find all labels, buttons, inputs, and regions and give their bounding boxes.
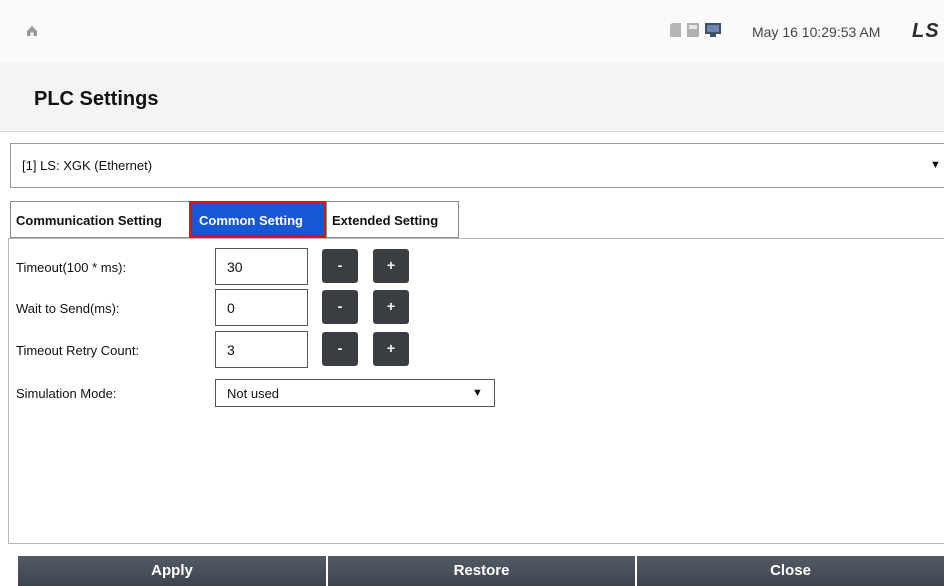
retry-count-decrement-button[interactable]: - [322,332,358,366]
status-bar: May 16 10:29:53 AM LS [0,0,944,62]
simulation-mode-value: Not used [227,386,280,401]
title-bar: PLC Settings [0,62,944,132]
retry-count-input[interactable]: 3 [215,331,308,368]
restore-button[interactable]: Restore [328,556,637,586]
timeout-decrement-button[interactable]: - [322,249,358,283]
status-icons [670,23,721,42]
action-bar: Apply Restore Close [18,556,944,586]
wait-to-send-decrement-button[interactable]: - [322,290,358,324]
tab-common-setting[interactable]: Common Setting [189,201,327,238]
dropdown-arrow-icon: ▼ [930,159,941,171]
settings-tabs: Communication Setting Common Setting Ext… [10,201,459,239]
dropdown-arrow-icon: ▼ [472,387,483,399]
simulation-mode-label: Simulation Mode: [16,386,117,401]
wait-to-send-increment-button[interactable]: + [373,290,409,324]
timeout-increment-button[interactable]: + [373,249,409,283]
timeout-label: Timeout(100 * ms): [16,260,127,275]
plc-device-select[interactable]: [1] LS: XGK (Ethernet) ▼ [10,143,944,188]
tab-extended-setting[interactable]: Extended Setting [326,201,459,238]
simulation-mode-select[interactable]: Not used ▼ [215,379,495,407]
sd-card-icon [670,23,681,42]
plc-device-value: [1] LS: XGK (Ethernet) [22,158,153,173]
retry-count-label: Timeout Retry Count: [16,343,140,358]
datetime-display: May 16 10:29:53 AM [752,24,881,40]
wait-to-send-input[interactable]: 0 [215,289,308,326]
close-button[interactable]: Close [637,556,944,586]
page-title: PLC Settings [34,88,159,110]
tab-communication-setting[interactable]: Communication Setting [10,201,190,238]
monitor-icon [705,23,721,42]
apply-button[interactable]: Apply [18,556,328,586]
home-icon[interactable] [25,24,39,38]
retry-count-increment-button[interactable]: + [373,332,409,366]
brand-logo: LS [912,20,940,42]
wait-to-send-label: Wait to Send(ms): [16,301,120,316]
usb-icon [687,23,699,42]
timeout-input[interactable]: 30 [215,248,308,285]
